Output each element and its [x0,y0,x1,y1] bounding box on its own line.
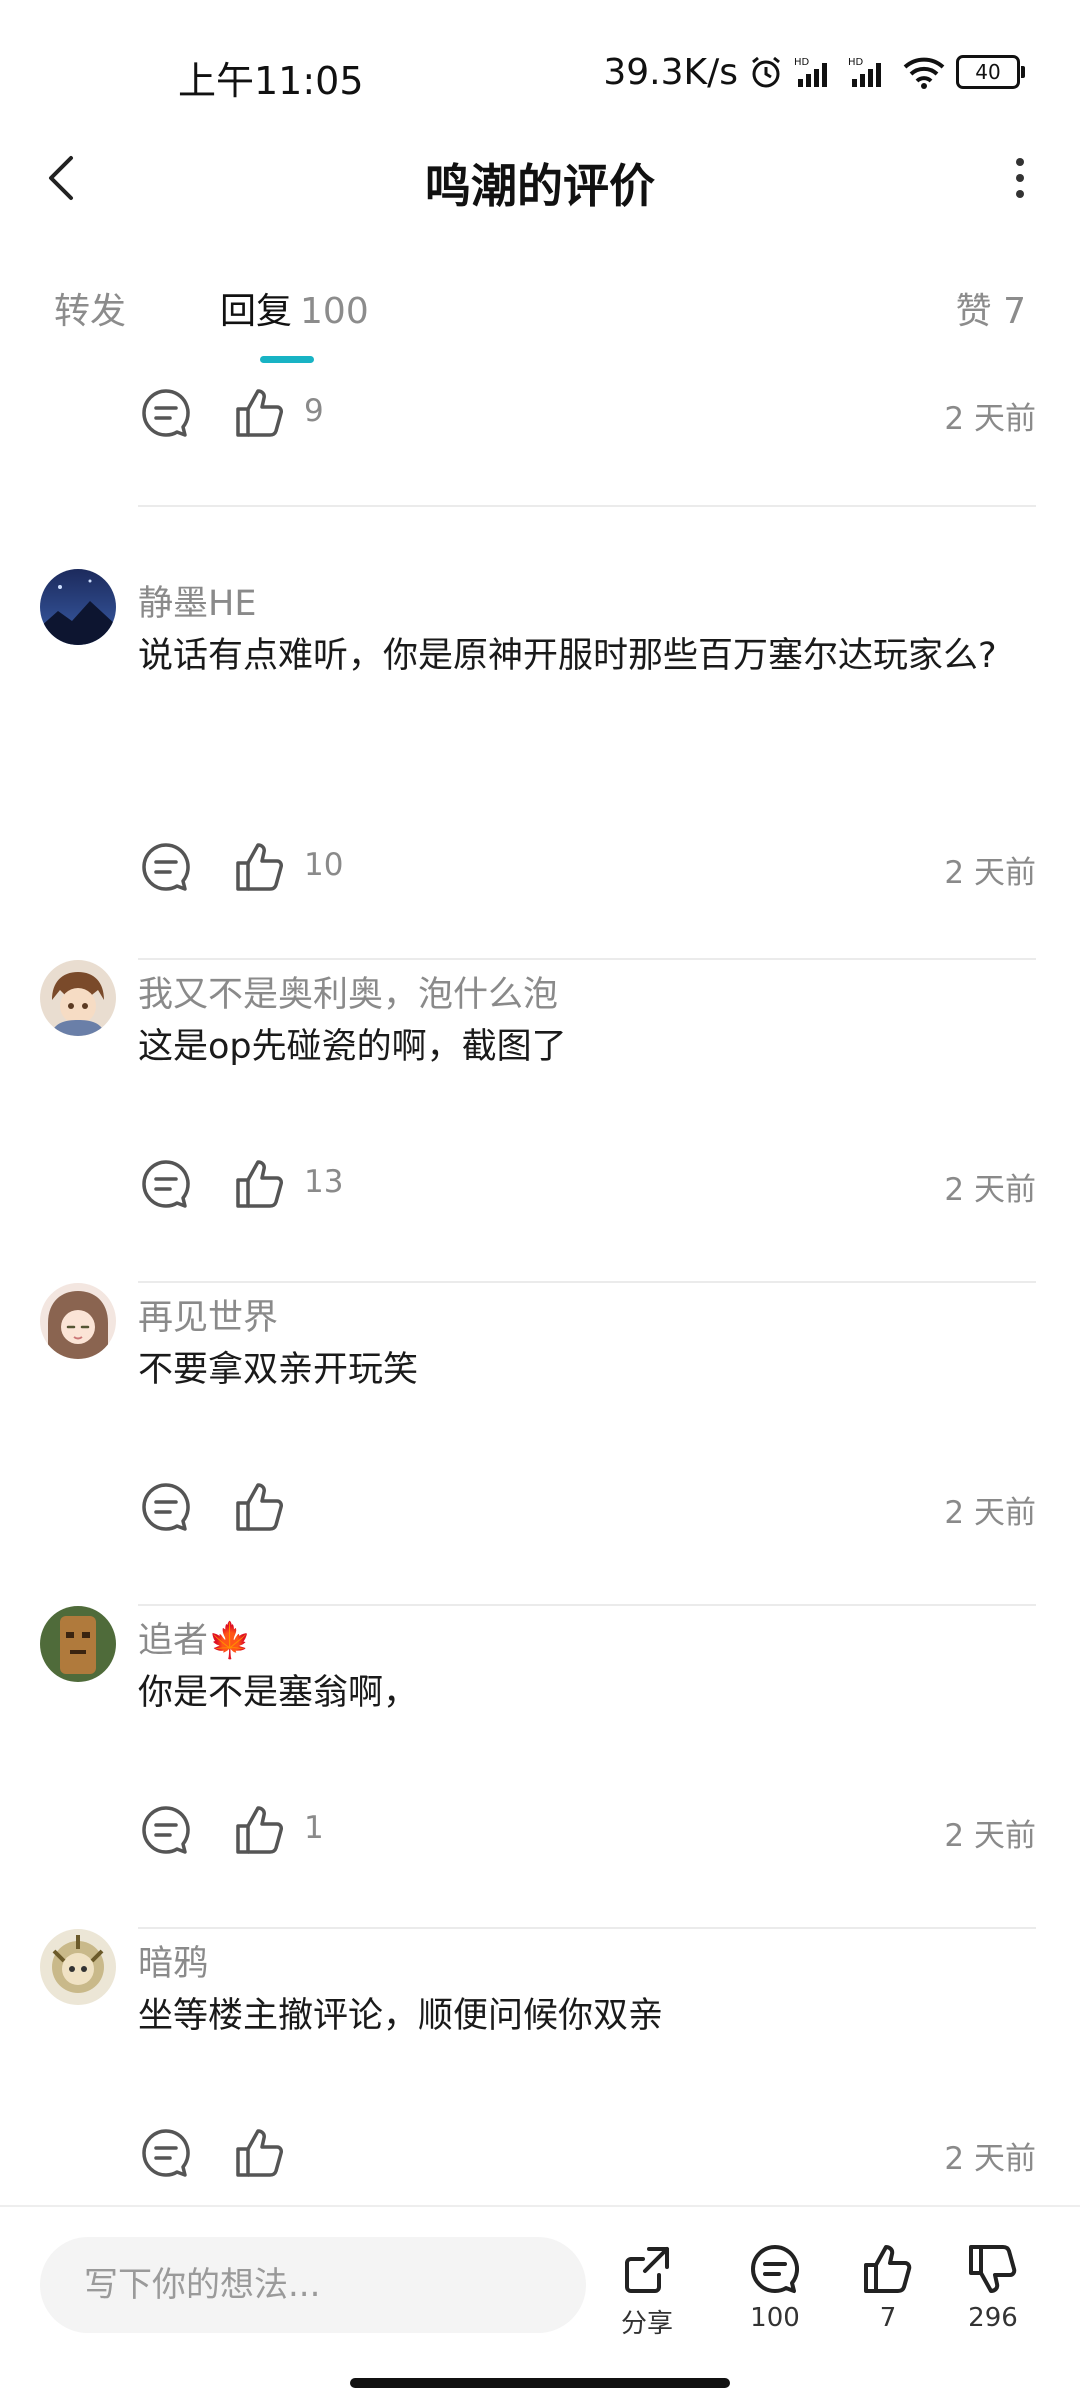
comment-item: 静墨HE 说话有点难听，你是原神开服时那些百万塞尔达玩家么? 10 2 天前 [0,565,1080,960]
dislike-button[interactable]: 296 [948,2241,1038,2333]
comment-time: 2 天前 [944,2141,1036,2177]
tab-count: 100 [300,291,369,332]
page-title: 鸣潮的评价 [425,159,655,213]
thumb-up-icon [236,1806,283,1854]
comment-text: 不要拿双亲开玩笑 [138,1350,419,1390]
thumb-up-icon [236,2129,283,2177]
tab-indicator [260,356,314,363]
reply-icon [142,1160,190,1208]
thumb-up-icon [236,389,283,437]
like-count: 13 [304,1164,344,1200]
share-button[interactable]: 分享 [602,2241,692,2340]
comment-time: 2 天前 [944,1495,1036,1531]
share-label: 分享 [620,2309,673,2339]
like-button[interactable] [232,1156,288,1212]
tab-label: 转发 [54,291,127,332]
battery-icon: 40 [956,55,1025,89]
network-speed: 39.3K/s [603,51,738,93]
signal-icon: HD [794,55,838,89]
tab-like[interactable]: 赞 7 [956,282,1026,334]
comment-input-container[interactable] [40,2237,586,2333]
reply-icon [142,389,190,437]
avatar[interactable] [40,1929,116,2005]
like-total-button[interactable]: 7 [843,2241,933,2333]
reply-icon [142,1806,190,1854]
like-button[interactable] [232,1479,288,1535]
tab-reply[interactable]: 回复 100 [220,282,369,334]
thumb-up-icon [236,1160,283,1208]
header: 鸣潮的评价 [0,130,1080,230]
reply-button[interactable] [138,385,194,441]
like-button[interactable] [232,1802,288,1858]
comment-item: 我又不是奥利奥，泡什么泡 这是op先碰瓷的啊，截图了 13 2 天前 [0,960,1080,1283]
reply-icon [142,843,190,891]
comment-text: 这是op先碰瓷的啊，截图了 [138,1027,567,1067]
comment-time: 2 天前 [944,1818,1036,1854]
dislike-count: 296 [968,2303,1018,2333]
like-total: 7 [879,2303,897,2333]
like-button[interactable] [232,385,288,441]
reply-icon [751,2244,800,2293]
comment-text: 说话有点难听，你是原神开服时那些百万塞尔达玩家么? [138,636,997,676]
status-bar: 上午11:05 39.3K/s HD HD 40 [0,0,1080,140]
thumb-down-icon [969,2245,1017,2293]
reply-icon [142,2129,190,2177]
comment-item: 再见世界 不要拿双亲开玩笑 2 天前 [0,1283,1080,1606]
svg-text:HD: HD [848,57,864,68]
reply-count-button[interactable]: 100 [730,2241,820,2333]
wifi-icon [902,55,946,89]
divider [138,505,1036,507]
reply-button[interactable] [138,839,194,895]
battery-level: 40 [975,60,1001,84]
comment-item: 暗鸦 坐等楼主撤评论，顺便问候你双亲 2 天前 [0,1929,1080,2205]
reply-button[interactable] [138,1156,194,1212]
reply-button[interactable] [138,1802,194,1858]
comment-item: 追者🍁 你是不是塞翁啊， 1 2 天前 [0,1606,1080,1929]
comment-time: 2 天前 [944,855,1036,891]
thumb-up-icon [864,2245,912,2293]
avatar[interactable] [40,1283,116,1359]
like-count: 1 [304,1810,324,1846]
like-count: 9 [304,393,324,429]
signal-icon: HD [848,55,892,89]
bottom-action-bar: 分享 100 7 296 [0,2205,1080,2367]
comment-list[interactable]: 9 2 天前 静墨HE 说话有点难听，你是原神开服时那些百万塞尔达玩家么? 10… [0,365,1080,2205]
comment-text: 你是不是塞翁啊， [138,1673,419,1713]
tab-label: 回复 [220,291,293,332]
thumb-up-icon [236,843,283,891]
thumb-up-icon [236,1483,283,1531]
status-time: 上午11:05 [178,59,364,103]
avatar[interactable] [40,960,116,1036]
reply-count: 100 [750,2303,800,2333]
more-icon [1016,158,1024,198]
share-icon [625,2247,669,2293]
status-icons: 39.3K/s HD HD 40 [603,48,1025,96]
tab-bar: 转发 回复 100 赞 7 [0,270,1080,350]
alarm-icon [748,54,784,90]
comment-time: 2 天前 [944,1172,1036,1208]
comment-item: 9 2 天前 [0,365,1080,507]
like-count: 10 [304,847,344,883]
comment-text: 坐等楼主撤评论，顺便问候你双亲 [138,1996,664,2036]
svg-text:HD: HD [794,57,810,68]
tab-label: 赞 [955,291,992,332]
more-button[interactable] [990,148,1050,208]
avatar[interactable] [40,1606,116,1682]
reply-button[interactable] [138,2125,194,2181]
tab-forward[interactable]: 转发 [54,282,126,334]
like-button[interactable] [232,839,288,895]
tab-count: 7 [1003,291,1026,332]
comment-input[interactable] [40,2237,586,2333]
home-indicator[interactable] [350,2378,730,2388]
avatar[interactable] [40,569,116,645]
reply-icon [142,1483,190,1531]
like-button[interactable] [232,2125,288,2181]
comment-time: 2 天前 [944,401,1036,437]
reply-button[interactable] [138,1479,194,1535]
